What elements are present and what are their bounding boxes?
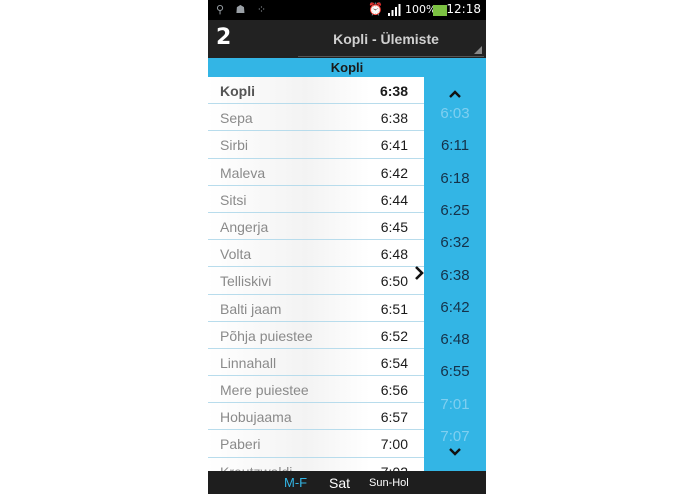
- stop-name: Maleva: [220, 164, 266, 181]
- notification-icons: ⚲ ☗ ⁘: [216, 3, 271, 16]
- departure-time[interactable]: 6:03: [424, 105, 486, 122]
- departure-time[interactable]: 6:11: [424, 137, 486, 154]
- stop-row[interactable]: Põhja puiestee 6:52: [208, 322, 424, 349]
- signal-icon: [388, 4, 401, 16]
- stop-time: 6:52: [380, 327, 408, 344]
- stop-time: 6:38: [380, 110, 408, 127]
- stop-time: 6:51: [380, 300, 408, 317]
- stop-name: Angerja: [220, 218, 269, 235]
- stop-time: 6:45: [380, 218, 408, 235]
- stop-name: Kopli: [220, 83, 255, 99]
- chevron-up-icon[interactable]: [448, 89, 462, 99]
- stop-time: 6:41: [380, 137, 408, 154]
- stop-row[interactable]: Telliskivi 6:50: [208, 267, 424, 295]
- stop-row[interactable]: Balti jaam 6:51: [208, 295, 424, 322]
- stop-row[interactable]: Maleva 6:42: [208, 159, 424, 186]
- stop-name: Volta: [220, 246, 252, 263]
- stop-name: Mere puiestee: [220, 382, 309, 399]
- stop-name: Telliskivi: [220, 273, 272, 290]
- departures-column[interactable]: 6:03 6:11 6:18 6:25 6:32 6:38 6:42 6:48 6:55 7:01…: [424, 77, 486, 471]
- departure-time[interactable]: 6:55: [424, 363, 486, 380]
- tab-m-f[interactable]: M-F: [284, 475, 307, 490]
- stop-name: Sirbi: [220, 137, 249, 154]
- departure-time[interactable]: 6:25: [424, 202, 486, 219]
- stop-row[interactable]: Mere puiestee 6:56: [208, 376, 424, 404]
- direction-bar[interactable]: Kopli: [208, 58, 486, 77]
- status-bar: ⚲ ☗ ⁘ ⏰ 100% 12:18: [208, 0, 486, 20]
- stop-time: 6:50: [380, 273, 408, 290]
- stop-row[interactable]: Kopli 6:38: [208, 77, 424, 105]
- departure-time[interactable]: 6:38: [424, 267, 486, 284]
- stop-row[interactable]: Linnahall 6:54: [208, 349, 424, 377]
- stop-name: Balti jaam: [220, 300, 282, 317]
- departure-time[interactable]: 6:32: [424, 234, 486, 251]
- stop-row[interactable]: Sitsi 6:44: [208, 186, 424, 213]
- stop-row[interactable]: Angerja 6:45: [208, 213, 424, 241]
- alarm-icon: ⏰: [368, 2, 383, 16]
- stop-name: Hobujaama: [220, 409, 292, 426]
- departure-time[interactable]: 7:07: [424, 428, 486, 445]
- stop-row[interactable]: Sepa 6:38: [208, 104, 424, 132]
- departure-time[interactable]: 7:01: [424, 396, 486, 413]
- stop-row[interactable]: Paberi 7:00: [208, 430, 424, 458]
- route-number: 2: [216, 25, 232, 50]
- stop-name: Sepa: [220, 110, 253, 127]
- battery-icon: [433, 5, 447, 16]
- tab-sun-hol[interactable]: Sun-Hol: [369, 477, 409, 489]
- route-name: Kopli - Ülemiste: [333, 31, 439, 47]
- clock: 12:18: [446, 2, 481, 16]
- departure-time[interactable]: 6:18: [424, 170, 486, 187]
- stop-time: 6:56: [380, 382, 408, 399]
- stop-row[interactable]: Sirbi 6:41: [208, 131, 424, 159]
- stop-time: 6:57: [380, 409, 408, 426]
- departure-time[interactable]: 6:42: [424, 299, 486, 316]
- stop-time: 6:48: [380, 246, 408, 263]
- dropdown-arrow-icon: [474, 46, 482, 54]
- stop-name: Sitsi: [220, 191, 247, 208]
- direction-label: Kopli: [330, 60, 364, 75]
- stop-name: Kreutzwaldi: [220, 464, 292, 471]
- stop-name: Paberi: [220, 436, 261, 453]
- day-tabs: M-F Sat Sun-Hol: [208, 471, 486, 494]
- phone-screen: ⚲ ☗ ⁘ ⏰ 100% 12:18 2 Kopli - Ülemiste Ko…: [208, 0, 486, 494]
- stop-row[interactable]: Kreutzwaldi 7:02: [208, 458, 424, 471]
- stop-name: Linnahall: [220, 354, 277, 371]
- chevron-down-icon[interactable]: [448, 447, 462, 457]
- route-dropdown[interactable]: Kopli - Ülemiste: [298, 20, 484, 57]
- battery-percent: 100%: [405, 3, 437, 16]
- app-header: 2 Kopli - Ülemiste: [208, 20, 486, 58]
- stop-time: 6:38: [379, 83, 408, 99]
- stop-name: Põhja puiestee: [220, 327, 313, 344]
- stop-row[interactable]: Volta 6:48: [208, 240, 424, 268]
- stop-time: 7:02: [381, 464, 408, 471]
- stop-time: 6:42: [380, 164, 408, 181]
- stop-time: 6:44: [380, 191, 408, 208]
- stop-row[interactable]: Hobujaama 6:57: [208, 403, 424, 431]
- stop-time: 6:54: [380, 354, 408, 371]
- tab-sat[interactable]: Sat: [329, 475, 350, 491]
- stops-list[interactable]: Kopli 6:38 Sepa 6:38 Sirbi 6:41 Maleva 6:42 Sits…: [208, 77, 424, 471]
- stop-time: 7:00: [380, 436, 408, 453]
- departure-time[interactable]: 6:48: [424, 331, 486, 348]
